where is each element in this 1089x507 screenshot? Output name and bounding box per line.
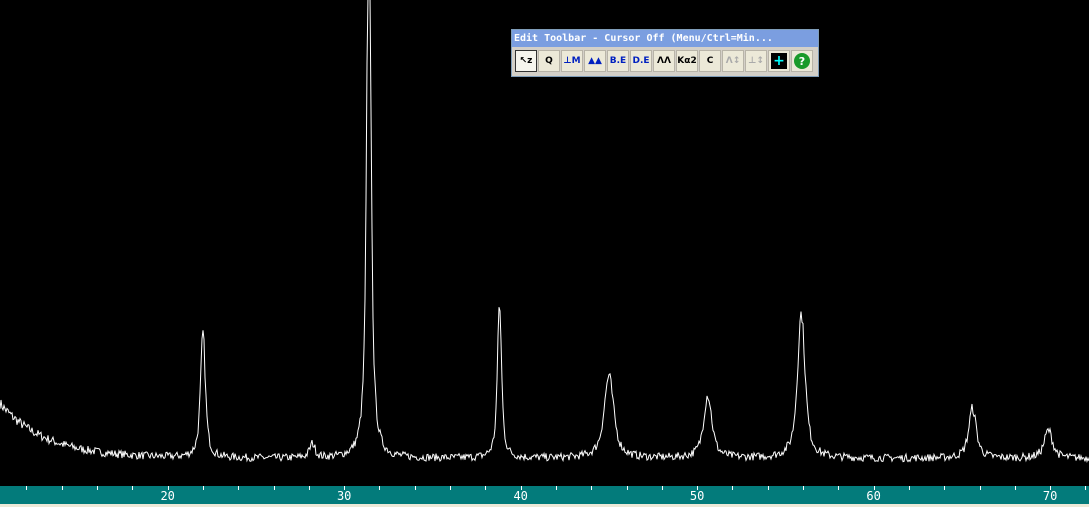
peak-fill-button[interactable]: ▲▲ <box>584 50 606 72</box>
x-tick <box>132 486 134 490</box>
x-tick-label: 70 <box>1042 489 1058 503</box>
peak-marker-button[interactable]: ⊥M <box>561 50 583 72</box>
x-tick <box>979 486 981 490</box>
toolbar-title[interactable]: Edit Toolbar - Cursor Off (Menu/Ctrl=Min… <box>512 30 818 47</box>
edit-toolbar[interactable]: Edit Toolbar - Cursor Off (Menu/Ctrl=Min… <box>511 29 819 77</box>
x-tick <box>661 486 663 490</box>
x-tick <box>450 486 452 490</box>
scale-bars-icon: ⊥↕ <box>748 56 764 66</box>
x-tick <box>838 486 840 490</box>
crosshair-button[interactable]: + <box>768 50 790 72</box>
help-icon: ? <box>794 53 810 69</box>
scale-bars-button[interactable]: ⊥↕ <box>745 50 767 72</box>
background-edit-button[interactable]: B.E <box>607 50 629 72</box>
x-tick <box>555 486 557 490</box>
x-tick-label: 30 <box>336 489 352 503</box>
crosshair-icon: + <box>771 53 787 69</box>
scale-peaks-icon: Λ↕ <box>725 56 741 66</box>
x-tick <box>732 486 734 490</box>
background-edit-icon: B.E <box>609 56 627 66</box>
x-tick <box>414 486 416 490</box>
x-tick <box>202 486 204 490</box>
x-tick <box>944 486 946 490</box>
k-alpha2-icon: Kα2 <box>677 56 697 66</box>
x-tick-label: 40 <box>513 489 528 503</box>
x-tick-label: 50 <box>689 489 705 503</box>
x-tick-label: 60 <box>866 489 881 503</box>
x-tick <box>61 486 63 490</box>
zoom-magnifier-button[interactable]: Q <box>538 50 560 72</box>
peak-fill-icon: ▲▲ <box>588 56 602 66</box>
x-tick <box>485 486 487 490</box>
x-tick <box>97 486 99 490</box>
calibrate-button[interactable]: C <box>699 50 721 72</box>
x-tick <box>379 486 381 490</box>
calibrate-icon: C <box>706 56 714 66</box>
x-tick <box>626 486 628 490</box>
x-tick <box>26 486 28 490</box>
peak-marker-icon: ⊥M <box>563 56 581 66</box>
x-tick <box>908 486 910 490</box>
data-edit-icon: D.E <box>632 56 650 66</box>
x-tick <box>591 486 593 490</box>
select-zoom-icon: ↖z <box>519 56 533 66</box>
x-tick-label: 20 <box>160 489 175 503</box>
x-tick <box>238 486 240 490</box>
x-tick <box>803 486 805 490</box>
zoom-magnifier-icon: Q <box>545 56 553 66</box>
scale-peaks-button[interactable]: Λ↕ <box>722 50 744 72</box>
peak-profile-button[interactable]: ΛΛ <box>653 50 675 72</box>
k-alpha2-button[interactable]: Kα2 <box>676 50 698 72</box>
toolbar-buttons: ↖z Q ⊥M ▲▲ B.E D.E ΛΛ Kα2 C Λ↕ ⊥↕ +? <box>512 47 818 75</box>
x-tick <box>1085 486 1087 490</box>
x-tick <box>767 486 769 490</box>
select-zoom-button[interactable]: ↖z <box>515 50 537 72</box>
peak-profile-icon: ΛΛ <box>657 56 671 66</box>
x-tick <box>308 486 310 490</box>
help-button[interactable]: ? <box>791 50 813 72</box>
data-edit-button[interactable]: D.E <box>630 50 652 72</box>
two-theta-axis: 20 30 40 50 60 70 <box>0 486 1089 504</box>
x-tick <box>273 486 275 490</box>
x-tick <box>1014 486 1016 490</box>
